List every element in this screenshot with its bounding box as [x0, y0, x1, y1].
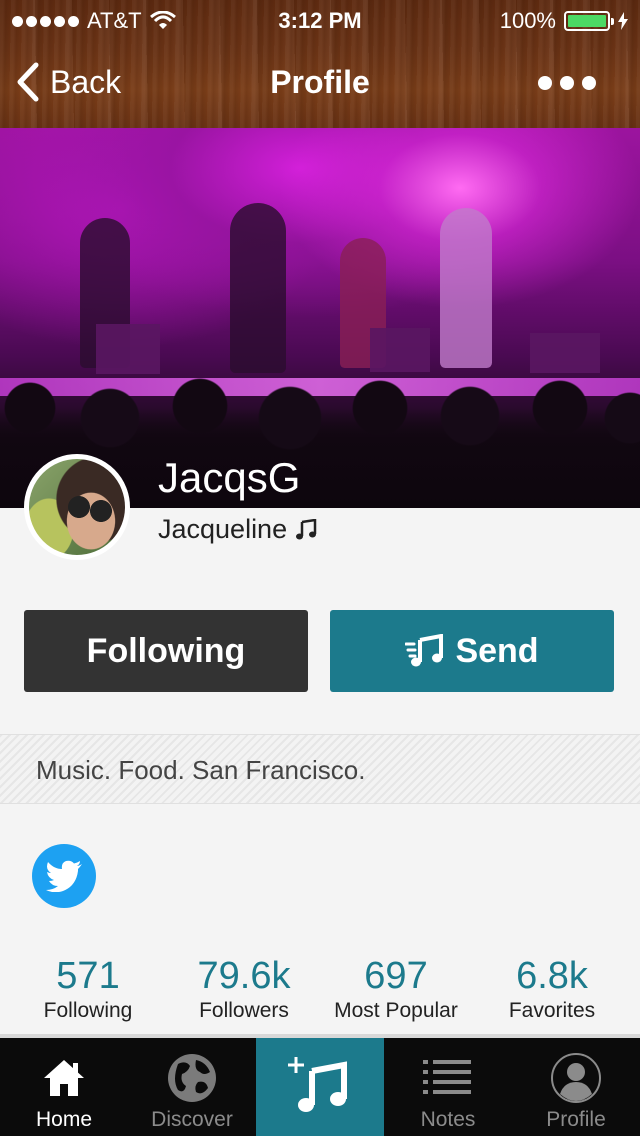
tab-profile[interactable]: Profile	[512, 1038, 640, 1136]
following-button[interactable]: Following	[24, 610, 308, 692]
status-bar: AT&T 3:12 PM 100%	[0, 0, 640, 40]
tab-bar: Home Discover Notes Profile	[0, 1038, 640, 1136]
more-dot-icon	[560, 76, 574, 90]
tab-label: Notes	[420, 1108, 476, 1131]
stat-value: 6.8k	[516, 955, 588, 997]
real-name: Jacqueline	[158, 514, 317, 545]
stat-value: 79.6k	[197, 955, 291, 997]
stat-label: Followers	[199, 999, 289, 1022]
bio-section: Music. Food. San Francisco.	[0, 734, 640, 804]
username: JacqsG	[158, 454, 301, 501]
send-music-icon	[405, 634, 444, 667]
battery-percent: 100%	[499, 8, 556, 33]
tab-label: Profile	[546, 1108, 606, 1131]
more-dot-icon	[582, 76, 596, 90]
stat-label: Most Popular	[334, 999, 458, 1022]
following-button-label: Following	[86, 631, 246, 670]
stat-value: 697	[364, 955, 428, 997]
twitter-bird-icon	[46, 860, 82, 892]
globe-icon	[168, 1054, 216, 1102]
tab-label: Discover	[151, 1108, 233, 1131]
more-options-button[interactable]	[538, 76, 596, 90]
home-icon	[44, 1060, 84, 1096]
stat-favorites[interactable]: 6.8k Favorites	[472, 954, 632, 1024]
avatar[interactable]	[24, 454, 130, 560]
battery-icon	[564, 11, 614, 31]
real-name-text: Jacqueline	[158, 514, 288, 544]
twitter-button[interactable]	[32, 844, 96, 908]
list-icon	[423, 1060, 471, 1094]
stat-value: 571	[56, 955, 120, 997]
stat-following[interactable]: 571 Following	[8, 954, 168, 1024]
add-music-icon	[288, 1057, 347, 1112]
stat-followers[interactable]: 79.6k Followers	[164, 954, 324, 1024]
stat-label: Following	[43, 999, 133, 1022]
bio-text: Music. Food. San Francisco.	[36, 755, 366, 785]
music-note-icon	[296, 518, 317, 539]
stat-most-popular[interactable]: 697 Most Popular	[316, 954, 476, 1024]
tab-discover[interactable]: Discover	[128, 1038, 256, 1136]
tab-label: Home	[35, 1108, 93, 1131]
charging-bolt-icon	[618, 12, 628, 30]
profile-icon	[551, 1053, 601, 1103]
nav-bar: Back Profile	[0, 40, 640, 128]
stat-label: Favorites	[508, 999, 596, 1022]
cover-photo: JacqsG	[0, 128, 640, 508]
tab-add-music[interactable]	[256, 1038, 384, 1136]
app-header: AT&T 3:12 PM 100% Back Profile	[0, 0, 640, 128]
tab-notes[interactable]: Notes	[384, 1038, 512, 1136]
tab-home[interactable]: Home	[0, 1038, 128, 1136]
more-dot-icon	[538, 76, 552, 90]
send-button[interactable]: Send	[330, 610, 614, 692]
stats-row: 571 Following 79.6k Followers 697 Most P…	[0, 954, 640, 1034]
send-button-label: Send	[455, 631, 539, 670]
